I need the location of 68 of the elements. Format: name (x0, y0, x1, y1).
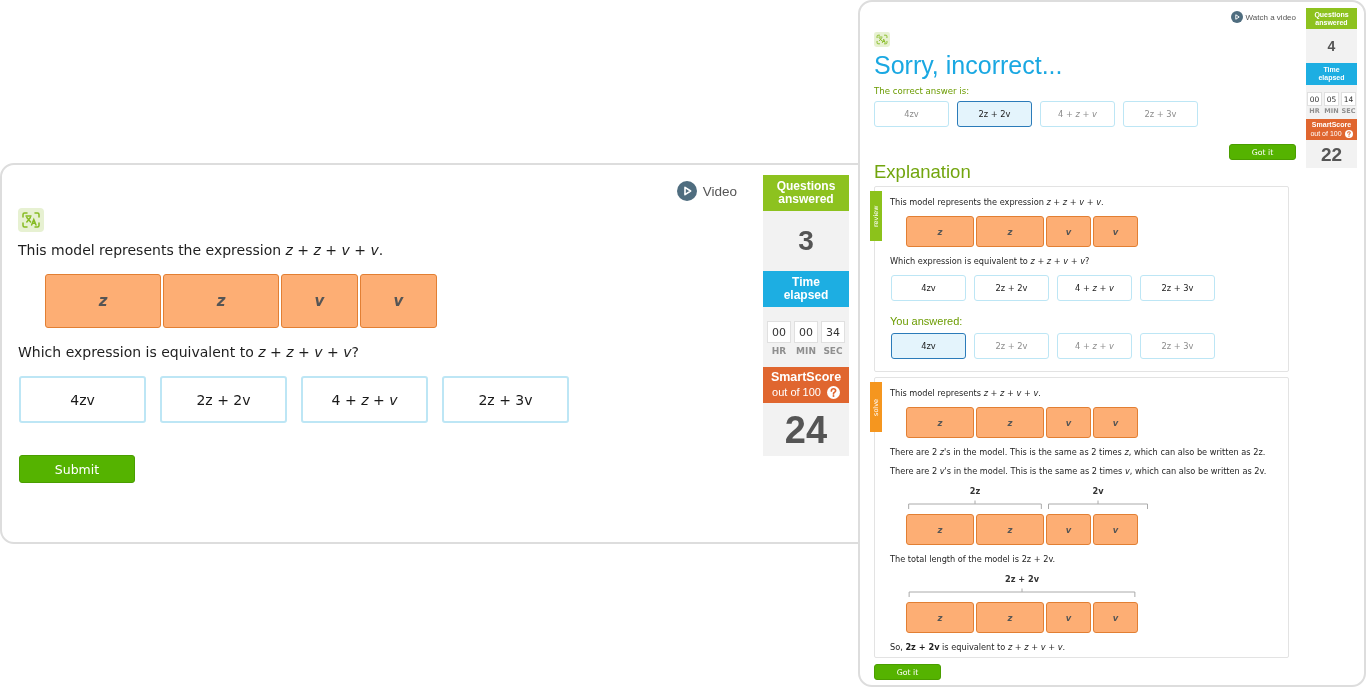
time-unit: HR (770, 347, 788, 356)
model-block: v (1093, 216, 1138, 247)
group-label: 2z (968, 485, 982, 497)
time-unit: MIN (795, 347, 817, 356)
explanation-text: So, 2z + 2v is equivalent to z + z + v + v. (890, 641, 1067, 653)
time-unit: SEC (822, 347, 844, 356)
smartscore-title: SmartScore (770, 371, 842, 385)
explanation-text: Which expression is equivalent to z + z + v + v? (890, 255, 1091, 267)
answer-choice[interactable]: 4 + z + v (301, 376, 428, 423)
smartscore-subtitle: out of 100 (772, 386, 821, 399)
model-block: v (360, 274, 437, 328)
model-block: v (1046, 216, 1091, 247)
model-block: z (976, 514, 1044, 545)
model-block: v (1093, 602, 1138, 633)
model-block: z (163, 274, 279, 328)
question-text: Which expression is equivalent to z + z + v + v? (18, 343, 359, 362)
questions-count: 3 (798, 227, 814, 255)
translate-icon[interactable] (18, 208, 44, 232)
explanation-text: There are 2v's in the model. This is the same as 2 times v, which can also be written as 2v. (890, 465, 1268, 477)
correct-answer-label: The correct answer is: (874, 85, 970, 97)
result-heading: Sorry, incorrect... (874, 50, 1063, 80)
help-icon[interactable] (826, 385, 840, 399)
play-icon (676, 181, 697, 201)
time-box: 00 (767, 321, 791, 343)
explanation-heading: Explanation (874, 161, 971, 183)
question-prompt: This model represents the expression z + z + v + v. (18, 241, 384, 260)
model-block: v (1093, 514, 1138, 545)
model-block: v (281, 274, 358, 328)
model-block: z (906, 514, 974, 545)
questions-count: 4 (1327, 39, 1336, 53)
answer-choice[interactable]: 4zv (891, 333, 966, 359)
smartscore-value: 24 (784, 410, 828, 449)
video-link[interactable]: Watch a video (1230, 10, 1296, 24)
group-label: 2v (1091, 485, 1105, 497)
answer-choice[interactable]: 2z + 2v (974, 275, 1049, 301)
model-block: z (906, 602, 974, 633)
answer-choice[interactable]: 2z + 2v (957, 101, 1032, 127)
help-icon[interactable] (1344, 129, 1353, 138)
video-link[interactable]: Video (676, 181, 737, 201)
translate-icon[interactable] (874, 32, 890, 47)
answer-choice[interactable]: 4zv (19, 376, 146, 423)
time-box: 34 (821, 321, 845, 343)
model-block: z (976, 407, 1044, 438)
model-block: v (1093, 407, 1138, 438)
explanation-text: The total length of the model is 2z + 2v. (890, 553, 1057, 565)
time-elapsed-header: Time elapsed (763, 271, 849, 307)
answer-choice[interactable]: 2z + 2v (160, 376, 287, 423)
group-label: 2z + 2v (1003, 573, 1041, 585)
play-icon (1230, 11, 1243, 23)
questions-answered-header: Questions answered (763, 175, 849, 211)
model-block: z (976, 216, 1044, 247)
answered-label: You answered: (890, 314, 964, 328)
model-block: v (1046, 602, 1091, 633)
model-block: v (1046, 407, 1091, 438)
explanation-text: This model represents z + z + v + v. (890, 387, 1042, 399)
model-block: z (906, 407, 974, 438)
time-box: 00 (794, 321, 818, 343)
model-block: z (906, 216, 974, 247)
smartscore-value: 22 (1320, 144, 1343, 164)
model-block: z (45, 274, 161, 328)
answer-choice[interactable]: 2z + 3v (1140, 275, 1215, 301)
model-block: v (1046, 514, 1091, 545)
answer-choice[interactable]: 4 + z + v (1057, 275, 1132, 301)
model-block: z (976, 602, 1044, 633)
answer-choice[interactable]: 4zv (891, 275, 966, 301)
explanation-text: This model represents the expression z + z + v + v. (890, 196, 1105, 208)
answer-choice[interactable]: 2z + 3v (442, 376, 569, 423)
explanation-text: There are 2z's in the model. This is the same as 2 times z, which can also be written as 2z. (890, 446, 1267, 458)
